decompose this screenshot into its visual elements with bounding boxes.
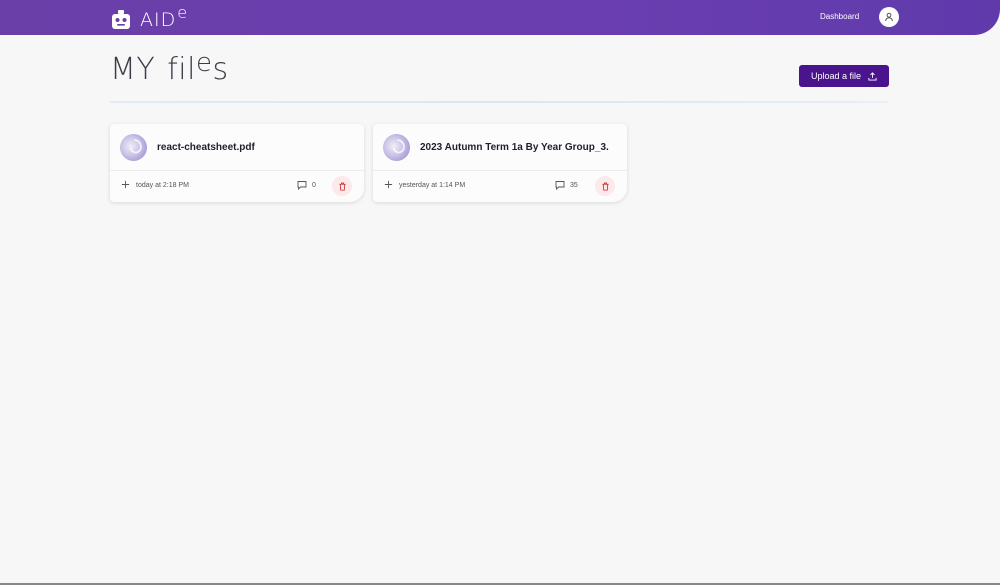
comment-count: 0	[312, 182, 316, 189]
file-name[interactable]: 2023 Autumn Term 1a By Year Group_3.	[420, 142, 609, 153]
trash-icon	[338, 182, 346, 191]
file-card[interactable]: react-cheatsheet.pdf today at 2:18 PM 0	[110, 124, 364, 202]
file-card-header[interactable]: 2023 Autumn Term 1a By Year Group_3.	[373, 124, 627, 171]
trash-icon	[601, 182, 609, 191]
page-title: MY fil e s	[110, 48, 229, 87]
file-card[interactable]: 2023 Autumn Term 1a By Year Group_3. yes…	[373, 124, 627, 202]
user-icon	[885, 12, 893, 22]
file-date: yesterday at 1:14 PM	[399, 182, 466, 189]
file-card-footer: today at 2:18 PM 0	[110, 171, 364, 201]
plus-icon[interactable]	[121, 180, 130, 189]
page-title-part: MY	[110, 52, 156, 87]
comment-icon[interactable]	[297, 180, 307, 190]
file-thumbnail-swirl	[129, 139, 142, 154]
plus-icon[interactable]	[384, 180, 393, 189]
comment-icon[interactable]	[555, 180, 565, 190]
upload-file-button[interactable]: Upload a file	[799, 65, 889, 87]
nav-link-dashboard[interactable]: Dashboard	[820, 12, 859, 21]
comment-count: 35	[570, 182, 578, 189]
user-avatar-button[interactable]	[879, 7, 899, 27]
file-name[interactable]: react-cheatsheet.pdf	[157, 142, 255, 153]
file-thumbnail-icon	[383, 133, 410, 161]
upload-button-label: Upload a file	[810, 71, 862, 81]
delete-file-button[interactable]	[595, 176, 615, 196]
logo-text: AID	[140, 9, 177, 31]
file-card-header[interactable]: react-cheatsheet.pdf	[110, 124, 364, 171]
logo-superscript: e	[177, 3, 188, 22]
top-navbar: AID e Dashboard	[0, 0, 1000, 35]
file-card-footer: yesterday at 1:14 PM 35	[373, 171, 627, 201]
file-thumbnail-swirl	[392, 139, 405, 154]
file-date: today at 2:18 PM	[136, 182, 189, 189]
header-divider	[110, 101, 888, 103]
file-thumbnail-icon	[120, 133, 147, 161]
upload-icon	[868, 71, 877, 81]
page-title-part: fil	[167, 52, 196, 87]
page-title-part: s	[212, 52, 229, 87]
robot-icon	[112, 10, 130, 29]
page-title-part: e	[195, 48, 213, 78]
app-logo[interactable]: AID e	[110, 3, 188, 31]
delete-file-button[interactable]	[332, 176, 352, 196]
